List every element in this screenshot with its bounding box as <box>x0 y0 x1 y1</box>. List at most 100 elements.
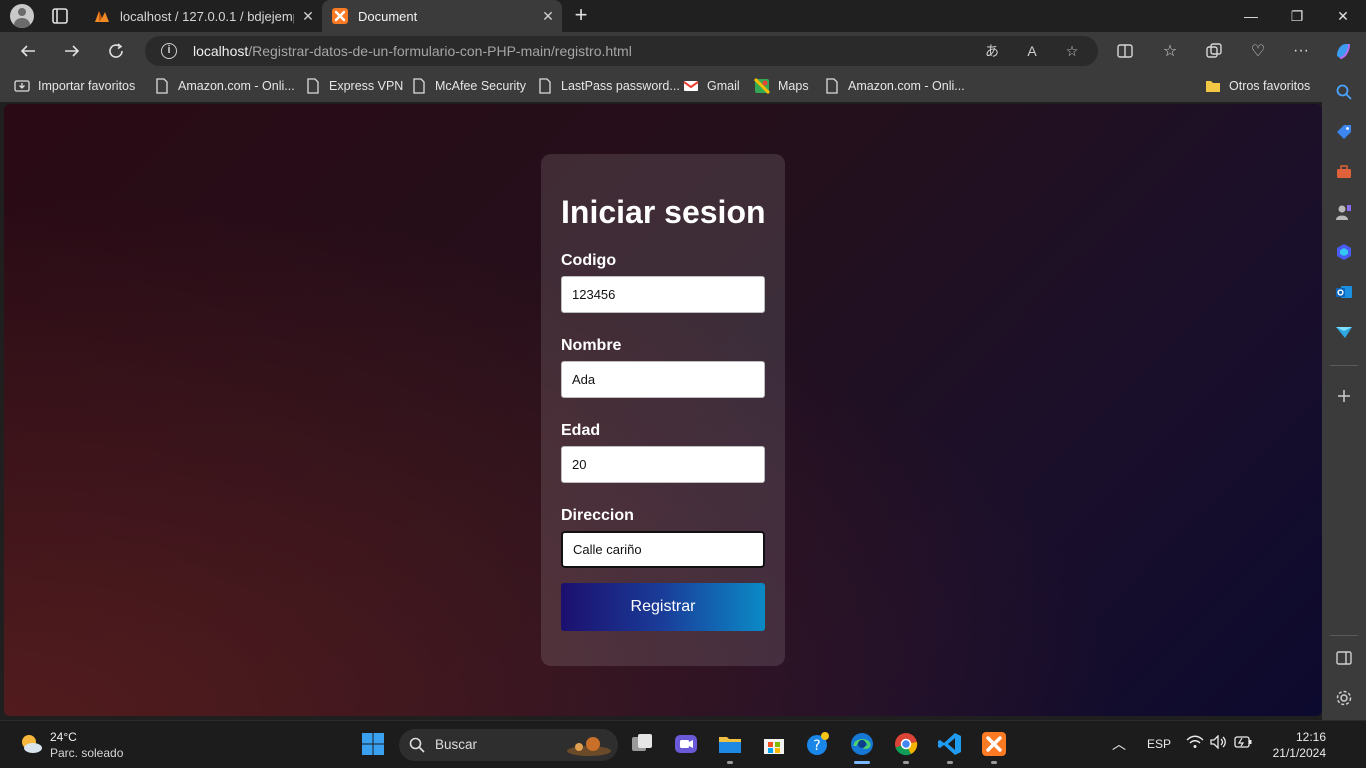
file-explorer-icon[interactable] <box>717 731 743 757</box>
forward-icon[interactable] <box>60 39 84 63</box>
weather-temperature[interactable]: 24°C <box>50 730 77 744</box>
chrome-icon[interactable] <box>893 731 919 757</box>
send-drop-icon[interactable] <box>1334 322 1354 342</box>
bookmark-item[interactable]: LastPass password... <box>537 77 680 95</box>
wifi-icon[interactable] <box>1186 735 1204 752</box>
bookmark-item[interactable]: Maps <box>753 77 809 95</box>
microsoft-365-icon[interactable] <box>1334 242 1354 262</box>
tab-document[interactable]: Document ✕ <box>322 0 562 32</box>
favorite-star-icon[interactable]: ☆ <box>1063 42 1081 60</box>
page-icon <box>154 78 170 94</box>
bookmark-item[interactable]: McAfee Security <box>411 77 526 95</box>
direccion-label: Direccion <box>561 507 634 524</box>
close-tab-icon[interactable]: ✕ <box>294 8 322 25</box>
import-icon <box>14 78 30 94</box>
running-indicator <box>727 761 733 764</box>
registrar-button[interactable]: Registrar <box>561 583 765 631</box>
phpmyadmin-icon <box>94 8 110 24</box>
search-icon <box>409 737 425 753</box>
shopping-tag-icon[interactable] <box>1334 122 1354 142</box>
chevron-up-icon[interactable]: ︿ <box>1112 734 1126 754</box>
address-url[interactable]: localhost/Registrar-datos-de-un-formular… <box>193 43 632 59</box>
close-window-icon[interactable]: ✕ <box>1320 0 1366 32</box>
bookmark-item[interactable]: Gmail <box>683 77 740 95</box>
weather-description[interactable]: Parc. soleado <box>50 746 123 760</box>
clock-time: 12:16 <box>1295 730 1326 744</box>
tab-phpmyadmin[interactable]: localhost / 127.0.0.1 / bdjejemplo ✕ <box>84 0 322 32</box>
running-indicator <box>854 761 870 764</box>
sidebar-separator <box>1330 635 1358 636</box>
form-title: Iniciar sesion <box>561 194 766 230</box>
collections-icon[interactable] <box>1204 41 1224 61</box>
register-form: Iniciar sesion Codigo Nombre Edad Direcc… <box>541 154 785 666</box>
page-icon <box>305 78 321 94</box>
edad-label: Edad <box>561 422 601 439</box>
teams-chat-icon[interactable] <box>673 731 699 757</box>
nombre-input[interactable] <box>561 361 765 398</box>
system-clock[interactable]: 12:16 21/1/2024 <box>1262 729 1326 761</box>
taskbar-search[interactable]: Buscar <box>399 729 618 761</box>
sidebar-separator <box>1330 365 1358 366</box>
battery-icon[interactable] <box>1234 736 1252 751</box>
running-indicator <box>903 761 909 764</box>
settings-gear-icon[interactable] <box>1334 688 1354 708</box>
page-icon <box>824 78 840 94</box>
language-indicator[interactable]: ESP <box>1147 737 1171 751</box>
edge-sidebar <box>1322 70 1366 720</box>
folder-icon <box>1205 78 1221 94</box>
minimize-icon[interactable]: — <box>1228 0 1274 32</box>
more-options-icon[interactable]: ··· <box>1291 41 1311 61</box>
translate-icon[interactable]: あ <box>983 42 1001 60</box>
search-icon[interactable] <box>1334 82 1354 102</box>
refresh-icon[interactable] <box>104 39 128 63</box>
copilot-icon[interactable] <box>1333 41 1353 61</box>
maximize-icon[interactable]: ❐ <box>1274 0 1320 32</box>
codigo-input[interactable] <box>561 276 765 313</box>
bookmark-item[interactable]: Amazon.com - Onli... <box>154 77 295 95</box>
task-view-icon[interactable] <box>629 731 655 757</box>
tab-title: localhost / 127.0.0.1 / bdjejemplo <box>120 8 294 24</box>
bookmark-item[interactable]: Express VPN <box>305 77 403 95</box>
search-placeholder: Buscar <box>435 737 478 752</box>
tab-actions-icon[interactable] <box>50 6 70 26</box>
close-tab-icon[interactable]: ✕ <box>534 8 562 25</box>
outlook-icon[interactable] <box>1334 282 1354 302</box>
new-tab-button[interactable]: + <box>570 4 592 26</box>
hide-sidebar-icon[interactable] <box>1334 648 1354 668</box>
bookmark-item[interactable]: Importar favoritos <box>14 77 135 95</box>
microsoft-store-icon[interactable] <box>761 731 787 757</box>
games-icon[interactable] <box>1334 202 1354 222</box>
edad-input[interactable] <box>561 446 765 483</box>
edge-icon[interactable] <box>849 731 875 757</box>
windows-start-icon[interactable] <box>360 731 386 757</box>
xampp-icon <box>332 8 348 24</box>
xampp-icon[interactable] <box>981 731 1007 757</box>
split-screen-icon[interactable] <box>1115 41 1135 61</box>
tab-strip: localhost / 127.0.0.1 / bdjejemplo ✕ Doc… <box>0 0 1366 32</box>
clock-date: 21/1/2024 <box>1272 746 1326 760</box>
tools-briefcase-icon[interactable] <box>1334 162 1354 182</box>
direccion-input[interactable] <box>561 531 765 568</box>
help-icon[interactable]: ? <box>805 731 831 757</box>
browser-essentials-icon[interactable]: ♡ <box>1248 41 1268 61</box>
volume-icon[interactable] <box>1210 734 1228 752</box>
add-sidebar-icon[interactable] <box>1334 386 1354 406</box>
maps-icon <box>753 77 771 95</box>
browser-toolbar: i localhost/Registrar-datos-de-un-formul… <box>0 32 1366 70</box>
back-icon[interactable] <box>16 39 40 63</box>
read-aloud-icon[interactable]: A <box>1023 42 1041 60</box>
codigo-label: Codigo <box>561 252 617 269</box>
bookmarks-bar: Importar favoritos Amazon.com - Onli... … <box>0 70 1366 102</box>
page-icon <box>537 78 553 94</box>
vscode-icon[interactable] <box>937 731 963 757</box>
favorites-icon[interactable]: ☆ <box>1160 41 1180 61</box>
address-bar[interactable]: i localhost/Registrar-datos-de-un-formul… <box>145 36 1098 66</box>
tab-title: Document <box>358 8 418 24</box>
profile-avatar-icon[interactable] <box>10 4 34 28</box>
bookmark-item[interactable]: Amazon.com - Onli... <box>824 77 965 95</box>
page-viewport: Iniciar sesion Codigo Nombre Edad Direcc… <box>4 104 1322 716</box>
site-info-icon[interactable]: i <box>161 43 177 59</box>
other-favorites[interactable]: Otros favoritos <box>1205 77 1310 95</box>
weather-partly-sunny-icon[interactable] <box>18 731 44 757</box>
svg-text:?: ? <box>813 738 820 754</box>
